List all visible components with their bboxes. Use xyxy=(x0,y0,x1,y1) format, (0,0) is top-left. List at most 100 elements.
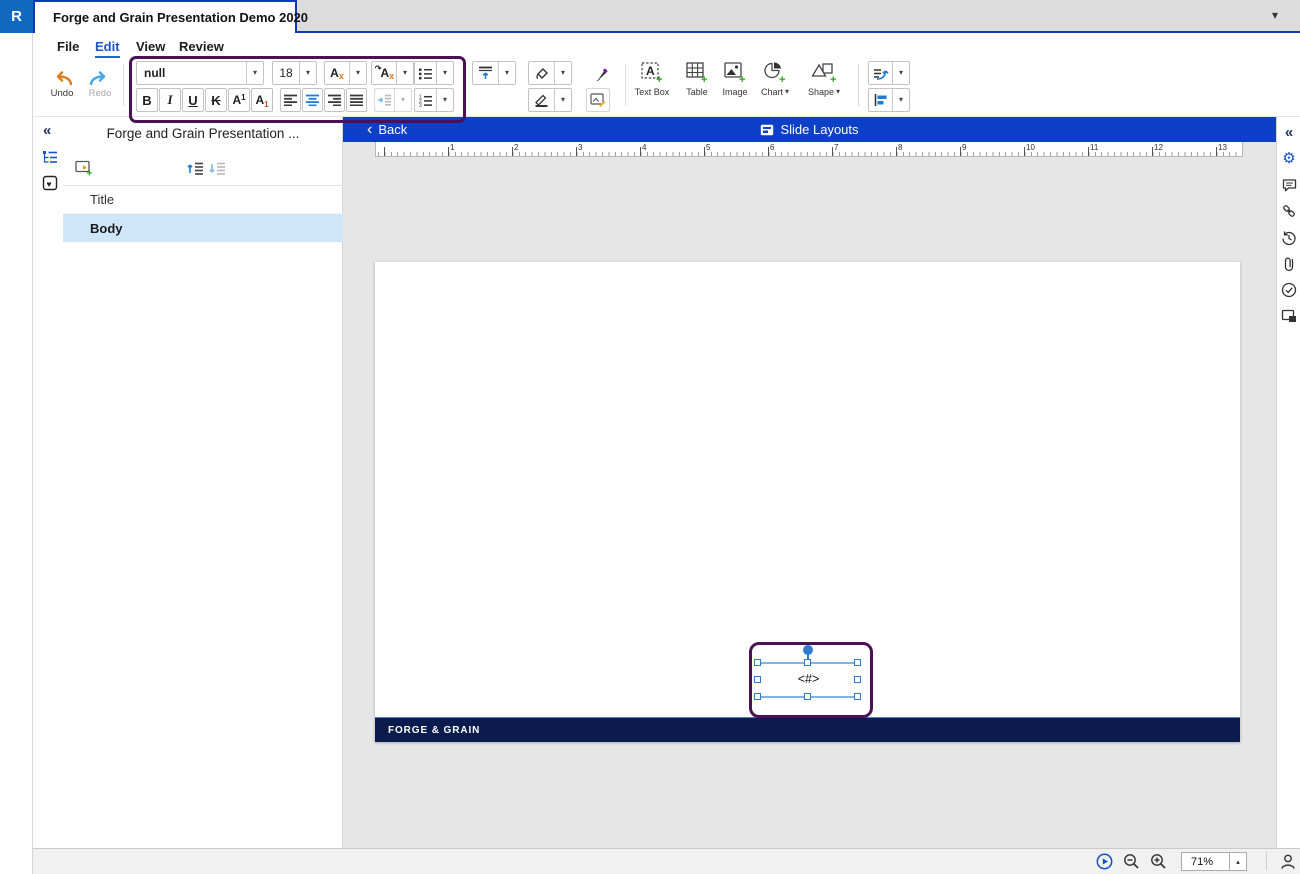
font-color-button[interactable]: Ax ▾ xyxy=(324,61,367,85)
zoom-in-button[interactable] xyxy=(1149,852,1167,870)
vertical-align-button[interactable]: ▾ xyxy=(472,61,516,85)
comments-tab[interactable] xyxy=(1281,177,1297,193)
subscript-button[interactable]: A1 xyxy=(251,88,273,112)
chevron-down-icon: ▾ xyxy=(899,69,903,77)
chevron-down-icon: ▾ xyxy=(253,69,257,77)
underline-button[interactable]: U xyxy=(182,88,204,112)
menu-review[interactable]: Review xyxy=(179,39,224,54)
slide-number-placeholder[interactable]: <#> xyxy=(758,672,859,686)
insert-chart-button[interactable]: + Chart▾ xyxy=(749,60,801,106)
bookmarks-tab[interactable]: ♥ xyxy=(41,174,59,192)
chevron-down-icon: ▾ xyxy=(561,69,565,77)
indent-button[interactable]: ▾ xyxy=(374,88,412,112)
superscript-button[interactable]: A1 xyxy=(228,88,250,112)
slide-layouts-title: Slide Layouts xyxy=(343,122,1276,137)
back-button[interactable]: ‹ Back xyxy=(367,122,407,137)
line-color-icon xyxy=(534,93,549,107)
outline-tab[interactable] xyxy=(41,148,59,166)
outline-item-title[interactable]: Title xyxy=(63,186,343,214)
approvals-tab[interactable] xyxy=(1281,282,1297,298)
italic-glyph: I xyxy=(167,92,172,108)
align-justify-button[interactable] xyxy=(346,88,367,112)
links-tab[interactable] xyxy=(1281,203,1297,219)
menu-edit[interactable]: Edit xyxy=(95,39,120,58)
align-left-button[interactable] xyxy=(280,88,301,112)
slides-panel-tab[interactable] xyxy=(1281,308,1297,324)
strikeout-button[interactable]: K xyxy=(205,88,227,112)
document-tab[interactable]: Forge and Grain Presentation Demo 2020 xyxy=(33,0,297,33)
collapse-panel-icon[interactable]: « xyxy=(43,123,51,138)
insert-shape-button[interactable]: + Shape▾ xyxy=(797,60,851,106)
window-menu-caret-icon[interactable]: ▾ xyxy=(1272,8,1278,22)
outline-item-label: Body xyxy=(90,221,123,236)
add-slide-button[interactable]: + xyxy=(75,159,93,177)
outline-icon xyxy=(42,150,59,165)
attachments-tab[interactable] xyxy=(1281,256,1297,272)
user-presence-button[interactable] xyxy=(1279,852,1297,870)
ruler: 12345678910111213 xyxy=(375,142,1243,157)
font-size-select[interactable]: 18 ▾ xyxy=(272,61,317,85)
copy-style-button[interactable] xyxy=(589,63,611,85)
promote-item-button[interactable] xyxy=(186,159,204,177)
align-left-icon xyxy=(283,94,298,106)
comment-icon xyxy=(1282,178,1297,192)
align-center-button[interactable] xyxy=(302,88,323,112)
ruler-number: 10 xyxy=(1026,143,1035,152)
italic-button[interactable]: I xyxy=(159,88,181,112)
resize-handle-nw[interactable] xyxy=(754,659,761,666)
undo-button[interactable]: Undo xyxy=(42,64,82,106)
right-sidebar: « ⚙ xyxy=(1276,117,1300,848)
redo-button[interactable]: Redo xyxy=(80,64,120,106)
ruler-number: 5 xyxy=(706,143,710,152)
redo-icon xyxy=(88,71,112,86)
shape-fill-button[interactable]: ▾ xyxy=(528,61,572,85)
slide-layouts-label: Slide Layouts xyxy=(780,122,858,137)
chevron-down-icon: ▾ xyxy=(356,69,360,77)
align-center-icon xyxy=(305,94,320,106)
menu-file[interactable]: File xyxy=(57,39,79,54)
tab-title: Forge and Grain Presentation Demo 2020 xyxy=(53,10,308,25)
start-slideshow-button[interactable] xyxy=(1095,852,1113,870)
zoom-out-button[interactable] xyxy=(1122,852,1140,870)
insert-textbox-button[interactable]: A + Text Box xyxy=(628,60,676,106)
collapse-right-panel-icon[interactable]: « xyxy=(1281,124,1297,140)
version-history-tab[interactable] xyxy=(1281,230,1297,246)
numbered-list-button[interactable]: 123 ▾ xyxy=(414,88,454,112)
font-size-value: 18 xyxy=(273,62,299,84)
resize-handle-n[interactable] xyxy=(804,659,811,666)
add-slide-icon: + xyxy=(75,159,93,177)
resize-handle-sw[interactable] xyxy=(754,693,761,700)
line-color-button[interactable]: ▾ xyxy=(528,88,572,112)
font-name-select[interactable]: null ▾ xyxy=(136,61,264,85)
ruler-number: 3 xyxy=(578,143,582,152)
menu-view[interactable]: View xyxy=(136,39,165,54)
resize-handle-se[interactable] xyxy=(854,693,861,700)
statusbar-divider xyxy=(1266,852,1267,870)
superscript-glyph: A xyxy=(232,93,241,107)
zoom-level-input[interactable]: 71% ▴ xyxy=(1181,852,1247,871)
gear-icon: ⚙ xyxy=(1282,151,1295,166)
zoom-spinner-up-icon[interactable]: ▴ xyxy=(1229,853,1246,870)
arrange-shape-button[interactable]: ▾ xyxy=(868,61,910,85)
align-right-button[interactable] xyxy=(324,88,345,112)
edit-image-button[interactable] xyxy=(586,88,610,112)
resize-handle-s[interactable] xyxy=(804,693,811,700)
subscript-mark: 1 xyxy=(264,100,268,109)
outline-item-label: Title xyxy=(90,192,114,207)
outline-item-body[interactable]: Body xyxy=(63,214,343,242)
slide-editing-area[interactable]: FORGE & GRAIN xyxy=(375,262,1240,742)
demote-item-button[interactable] xyxy=(208,159,226,177)
slide-settings-tab[interactable]: ⚙ xyxy=(1281,150,1297,166)
ruler-number: 9 xyxy=(962,143,966,152)
zoom-in-icon xyxy=(1150,853,1167,870)
rotation-handle[interactable] xyxy=(803,645,813,655)
resize-handle-ne[interactable] xyxy=(854,659,861,666)
bullet-list-icon xyxy=(418,67,433,80)
paperclip-icon xyxy=(1282,256,1296,272)
zoom-out-icon xyxy=(1123,853,1140,870)
bullet-list-button[interactable]: ▾ xyxy=(414,61,454,85)
change-case-button[interactable]: ↷Ax ▾ xyxy=(371,61,414,85)
align-shape-button[interactable]: ▾ xyxy=(868,88,910,112)
app-logo[interactable]: R xyxy=(0,0,33,33)
bold-button[interactable]: B xyxy=(136,88,158,112)
